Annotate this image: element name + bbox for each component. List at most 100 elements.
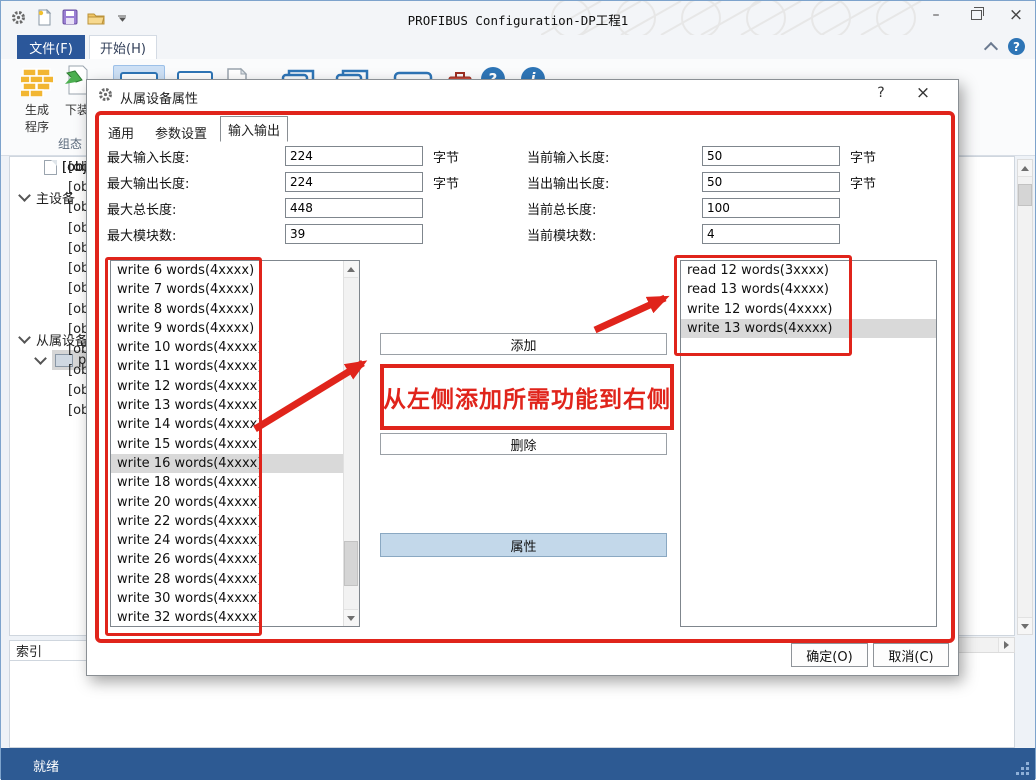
vertical-scroll-thumb[interactable] (1018, 184, 1032, 206)
list-item[interactable]: write 13 words(4xxxx) (681, 319, 936, 338)
scroll-up-button[interactable] (1018, 160, 1032, 177)
field-unit: 字节 (433, 173, 459, 192)
field-unit: 字节 (850, 173, 876, 192)
field-input[interactable] (702, 146, 840, 166)
scroll-right-button[interactable] (998, 638, 1014, 652)
list-item[interactable]: read 12 words(3xxxx) (681, 261, 936, 280)
dialog-help-button[interactable]: ? (870, 85, 892, 105)
tab-file[interactable]: 文件(F) (17, 35, 85, 59)
selected-functions-items: read 12 words(3xxxx) read 13 words(4xxxx… (681, 261, 936, 338)
available-functions-items: write 6 words(4xxxx) write 7 words(4xxxx… (111, 261, 344, 627)
field-input[interactable] (285, 198, 423, 218)
scroll-down-button[interactable] (1018, 617, 1032, 634)
field-input[interactable] (285, 172, 423, 192)
help-icon[interactable] (1008, 38, 1025, 55)
canvas-horizontal-scrollbar[interactable] (951, 637, 1015, 653)
list-item[interactable]: write 28 words(4xxxx) (111, 570, 344, 589)
field-unit: 字节 (850, 147, 876, 166)
delete-button[interactable]: 删除 (380, 433, 667, 455)
canvas-vertical-scrollbar[interactable] (1017, 159, 1033, 635)
list-item[interactable]: write 9 words(4xxxx) (111, 319, 344, 338)
list-item[interactable]: write 26 words(4xxxx) (111, 550, 344, 569)
field-row: 当前总长度: (527, 198, 876, 218)
list-item[interactable]: write 14 words(4xxxx) (111, 415, 344, 434)
generate-program-icon[interactable] (21, 65, 53, 101)
list-item[interactable]: write 6 words(4xxxx) (111, 261, 344, 280)
list-item[interactable]: write 32 words(4xxxx) (111, 608, 344, 627)
field-label: 当前模块数: (527, 225, 702, 244)
list-item[interactable]: write 24 words(4xxxx) (111, 531, 344, 550)
cancel-button[interactable]: 取消(C) (873, 643, 949, 667)
field-label: 最大输出长度: (107, 173, 285, 192)
list-item[interactable]: write 16 words(4xxxx) (111, 454, 344, 473)
generate-program-label[interactable]: 生成程序 (15, 101, 59, 135)
list-item[interactable]: write 15 words(4xxxx) (111, 435, 344, 454)
field-input[interactable] (702, 172, 840, 192)
application-window: PROFIBUS Configuration-DP工程1 – × 文件(F) 开… (0, 0, 1036, 779)
field-row: 当前模块数: (527, 224, 876, 244)
available-functions-listbox[interactable]: write 6 words(4xxxx) write 7 words(4xxxx… (110, 260, 360, 627)
field-input[interactable] (285, 224, 423, 244)
field-row: 最大模块数: (107, 224, 459, 244)
tab-parameter-settings[interactable]: 参数设置 (149, 122, 213, 142)
tab-home[interactable]: 开始(H) (89, 35, 157, 59)
list-item[interactable]: write 11 words(4xxxx) (111, 357, 344, 376)
minimize-button[interactable]: – (923, 5, 949, 25)
max-fields-column: 最大输入长度: 字节 最大输出长度: 字节 最大总长度: 最大 (107, 146, 459, 250)
close-button[interactable]: × (1003, 5, 1029, 25)
current-fields-column: 当前输入长度: 字节 当出输出长度: 字节 当前总长度: 当前 (527, 146, 876, 250)
restore-button[interactable] (963, 5, 989, 25)
scroll-up-button[interactable] (344, 261, 358, 278)
field-row: 最大输出长度: 字节 (107, 172, 459, 192)
window-controls: – × (923, 5, 1029, 25)
vertical-scroll-thumb[interactable] (344, 541, 358, 586)
field-row: 当出输出长度: 字节 (527, 172, 876, 192)
collapse-ribbon-icon[interactable] (984, 41, 998, 55)
ribbon-tab-row: 文件(F) 开始(H) (1, 35, 1035, 59)
field-label: 当前输入长度: (527, 147, 702, 166)
selected-functions-listbox[interactable]: read 12 words(3xxxx) read 13 words(4xxxx… (680, 260, 937, 627)
list-item[interactable]: write 10 words(4xxxx) (111, 338, 344, 357)
restore-icon (971, 10, 982, 20)
field-input[interactable] (285, 146, 423, 166)
dialog-titlebar[interactable]: 从属设备属性 ? × (87, 80, 958, 110)
list-item[interactable]: write 13 words(4xxxx) (111, 396, 344, 415)
slave-device-properties-dialog: 从属设备属性 ? × 通用 参数设置 输入输出 最大输入长度: 字节 最大输出长… (86, 79, 959, 676)
field-label: 最大输入长度: (107, 147, 285, 166)
list-item[interactable]: write 20 words(4xxxx) (111, 493, 344, 512)
list-scrollbar[interactable] (343, 261, 359, 626)
list-item[interactable]: write 12 words(4xxxx) (111, 377, 344, 396)
field-row: 当前输入长度: 字节 (527, 146, 876, 166)
annotation-box: 从左侧添加所需功能到右侧 (380, 364, 674, 430)
tab-general[interactable]: 通用 (101, 122, 141, 142)
add-button[interactable]: 添加 (380, 333, 667, 355)
resize-grip[interactable] (1015, 761, 1029, 775)
tab-input-output[interactable]: 输入输出 (220, 116, 288, 142)
list-item[interactable]: write 18 words(4xxxx) (111, 473, 344, 492)
ok-button[interactable]: 确定(O) (791, 643, 868, 667)
field-label: 最大模块数: (107, 225, 285, 244)
list-item[interactable]: write 7 words(4xxxx) (111, 280, 344, 299)
dialog-gear-icon (98, 87, 113, 106)
properties-button[interactable]: 属性 (380, 533, 667, 557)
dialog-title: 从属设备属性 (120, 88, 198, 107)
field-unit: 字节 (433, 147, 459, 166)
list-item[interactable]: read 13 words(4xxxx) (681, 280, 936, 299)
list-item[interactable]: write 22 words(4xxxx) (111, 512, 344, 531)
list-item[interactable]: write 12 words(4xxxx) (681, 300, 936, 319)
status-bar: 就绪 (1, 748, 1035, 780)
ribbon-group-label: 组态 (58, 135, 82, 152)
field-label: 当出输出长度: (527, 173, 702, 192)
list-item[interactable]: write 30 words(4xxxx) (111, 589, 344, 608)
annotation-text: 从左侧添加所需功能到右侧 (383, 380, 671, 414)
field-input[interactable] (702, 224, 840, 244)
status-text: 就绪 (33, 756, 59, 775)
field-label: 当前总长度: (527, 199, 702, 218)
field-row: 最大总长度: (107, 198, 459, 218)
field-row: 最大输入长度: 字节 (107, 146, 459, 166)
window-titlebar: PROFIBUS Configuration-DP工程1 – × (1, 1, 1035, 35)
dialog-close-button[interactable]: × (910, 83, 936, 105)
scroll-down-button[interactable] (344, 609, 358, 626)
list-item[interactable]: write 8 words(4xxxx) (111, 300, 344, 319)
field-input[interactable] (702, 198, 840, 218)
